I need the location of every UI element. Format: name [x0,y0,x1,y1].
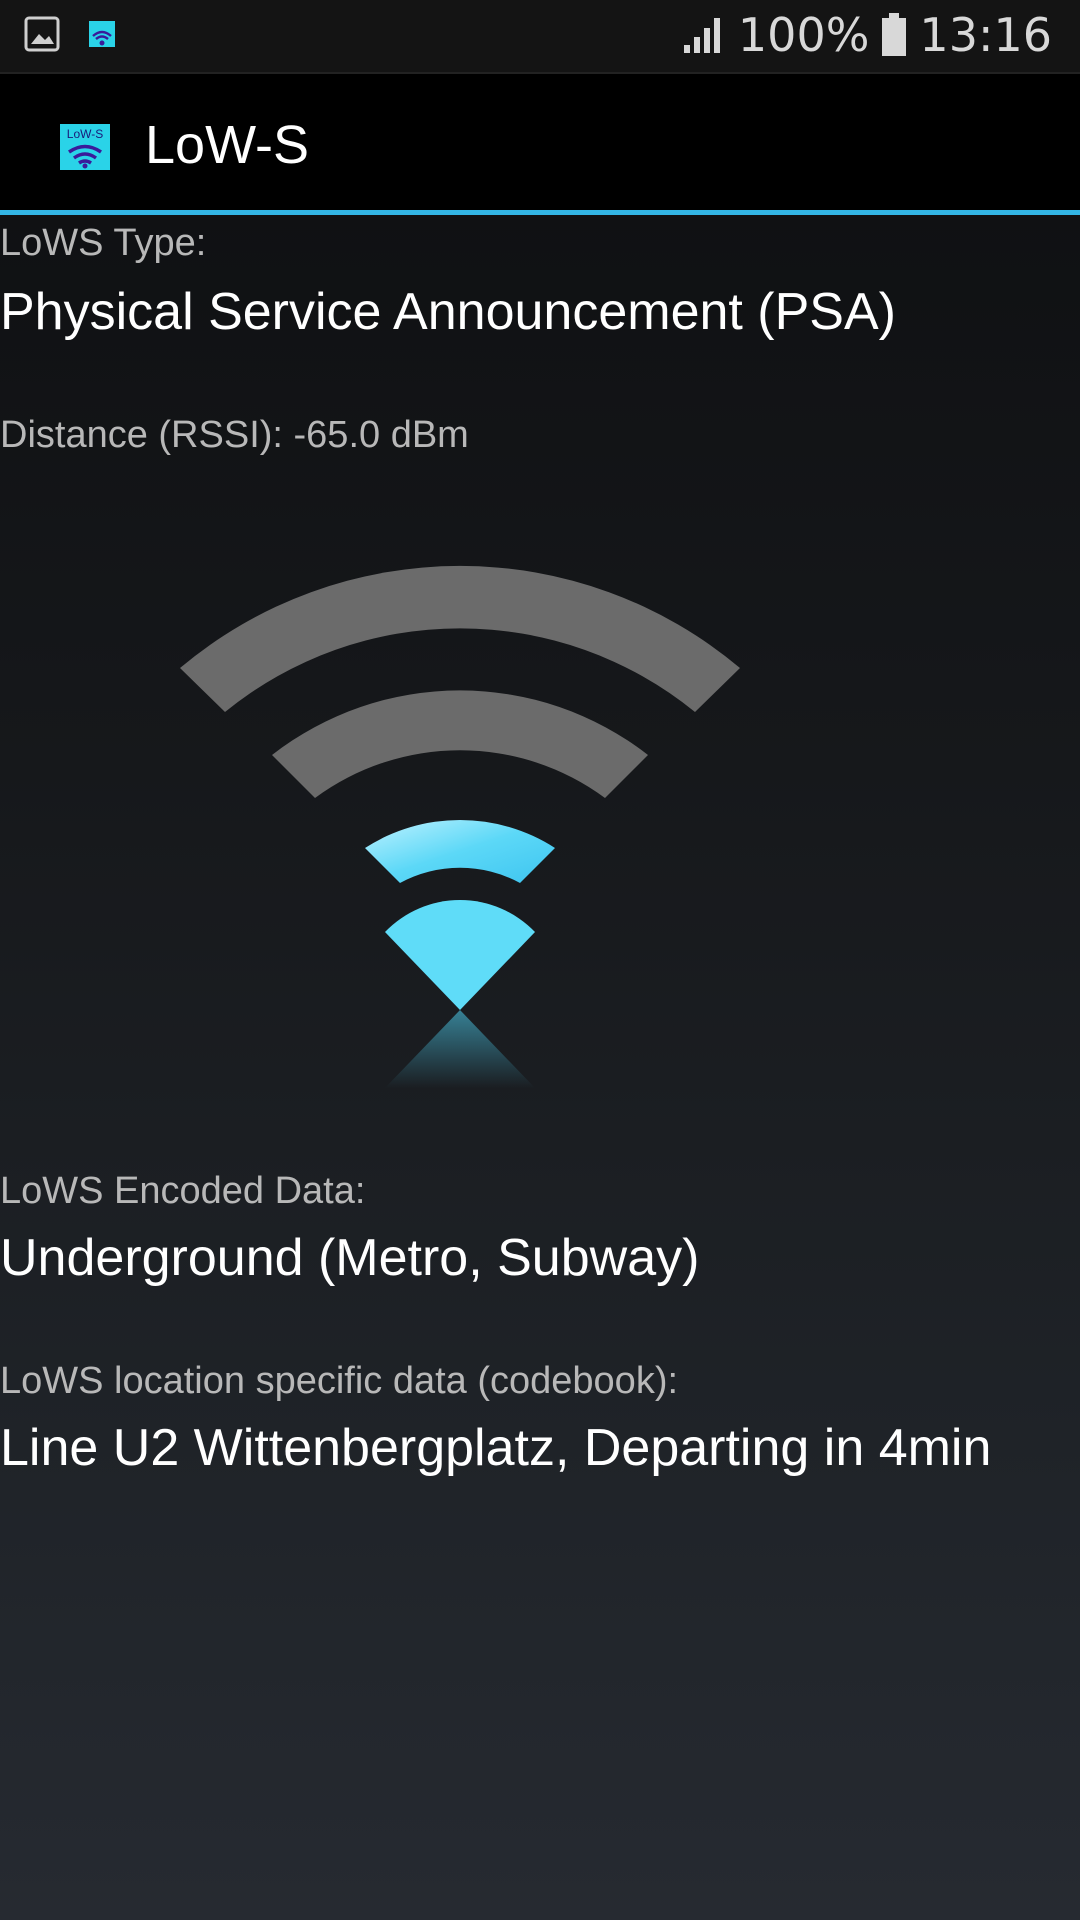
app-logo-icon[interactable]: LoW-S [60,124,110,170]
signal-icon [683,18,720,53]
app-logo-text: LoW-S [67,127,103,141]
signal-arc-4 [180,565,740,712]
distance-rssi-text: Distance (RSSI): -65.0 dBm [0,414,469,456]
lows-type-value: Physical Service Announcement (PSA) [0,283,896,341]
location-data-label: LoWS location specific data (codebook): [0,1360,679,1402]
lows-notification-icon [89,21,115,47]
action-bar: LoW-S LoW-S [0,74,1080,215]
encoded-data-label: LoWS Encoded Data: [0,1170,366,1212]
signal-arc-2 [365,819,555,883]
status-bar-left [24,16,116,52]
battery-percent: 100% [737,8,870,62]
app-title: LoW-S [145,115,310,175]
status-bar-right: 100% 13:16 [682,8,1052,62]
battery-icon [882,13,907,56]
signal-arc-1 [385,900,535,1010]
signal-reflection [385,1010,535,1088]
location-data-value: Line U2 Wittenbergplatz, Departing in 4m… [0,1419,992,1477]
wifi-signal-indicator [180,565,740,1088]
lows-type-label: LoWS Type: [0,222,207,264]
gallery-notification-icon [24,16,60,52]
clock: 13:16 [919,8,1052,62]
encoded-data-value: Underground (Metro, Subway) [0,1229,700,1287]
status-bar: 100% 13:16 [0,0,1080,74]
signal-arc-3 [272,690,648,798]
